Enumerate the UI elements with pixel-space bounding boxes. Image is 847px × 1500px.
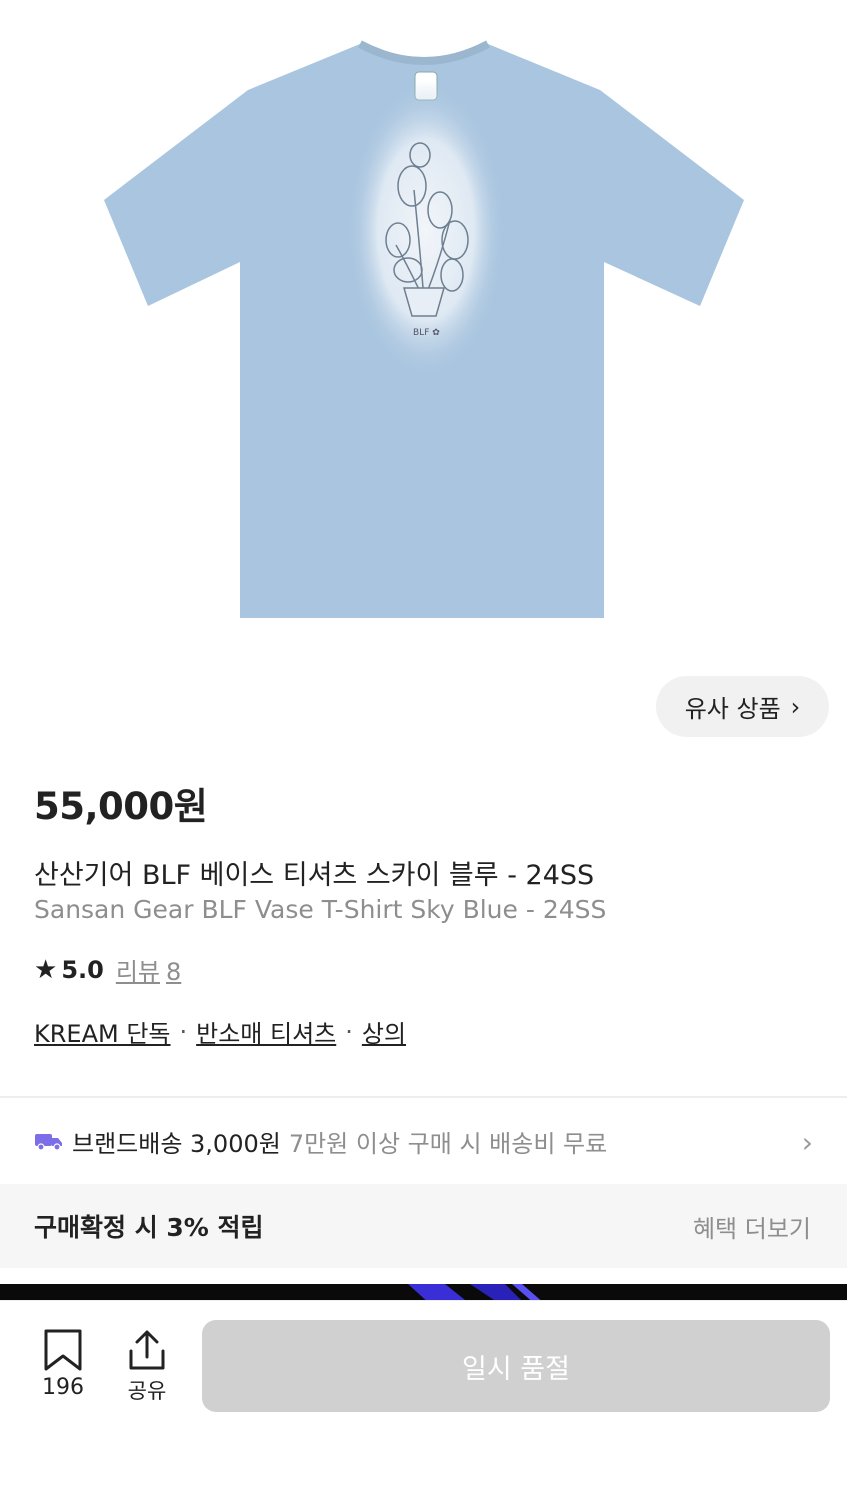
truck-icon [35, 1134, 62, 1151]
wishlist-button[interactable]: 196 [30, 1329, 96, 1400]
tag-short-sleeve-tshirt[interactable]: 반소매 티셔츠 [196, 1014, 336, 1049]
wishlist-count: 196 [42, 1375, 84, 1400]
benefit-label: 구매확정 시 3% 적립 [34, 1213, 264, 1242]
product-title-en: Sansan Gear BLF Vase T-Shirt Sky Blue - … [34, 895, 607, 924]
shipping-row[interactable]: 브랜드배송 3,000원 7만원 이상 구매 시 배송비 무료 › [0, 1098, 847, 1184]
sold-out-button[interactable]: 일시 품절 [202, 1320, 830, 1412]
bookmark-icon [44, 1329, 82, 1371]
tag-tops[interactable]: 상의 [362, 1014, 406, 1049]
svg-text:BLF ✿: BLF ✿ [413, 328, 440, 338]
benefit-row[interactable]: 구매확정 시 3% 적립 혜택 더보기 [0, 1184, 847, 1268]
share-button[interactable]: 공유 [114, 1329, 180, 1405]
product-price: 55,000원 [34, 785, 208, 828]
tag-separator: · [345, 1017, 353, 1046]
shipping-note: 7만원 이상 구매 시 배송비 무료 [288, 1129, 608, 1158]
shipping-label: 브랜드배송 3,000원 [72, 1129, 281, 1158]
product-image[interactable]: BLF ✿ [0, 0, 847, 660]
product-title-ko: 산산기어 BLF 베이스 티셔츠 스카이 블루 - 24SS [34, 860, 595, 891]
chevron-right-icon: › [790, 692, 801, 721]
category-tags: KREAM 단독 · 반소매 티셔츠 · 상의 [34, 1014, 406, 1049]
star-icon: ★ [34, 954, 58, 985]
benefit-more-link[interactable]: 혜택 더보기 [693, 1209, 811, 1244]
share-icon [129, 1330, 165, 1370]
tshirt-illustration: BLF ✿ [104, 40, 744, 618]
share-label: 공유 [127, 1379, 167, 1403]
tag-separator: · [179, 1017, 188, 1046]
reviews-link[interactable]: 리뷰 8 [116, 952, 187, 987]
reviews-count: 8 [166, 958, 182, 986]
chevron-right-icon: › [801, 1126, 813, 1159]
tag-kream-exclusive[interactable]: KREAM 단독 [34, 1014, 171, 1049]
rating-score: 5.0 [61, 955, 104, 984]
bottom-action-bar: 196 공유 일시 품절 [0, 1300, 847, 1500]
reviews-label: 리뷰 [115, 958, 160, 986]
similar-products-label: 유사 상품 [684, 695, 781, 723]
rating-row: ★ 5.0 리뷰 8 [34, 952, 187, 987]
similar-products-button[interactable]: 유사 상품 › [656, 676, 829, 737]
